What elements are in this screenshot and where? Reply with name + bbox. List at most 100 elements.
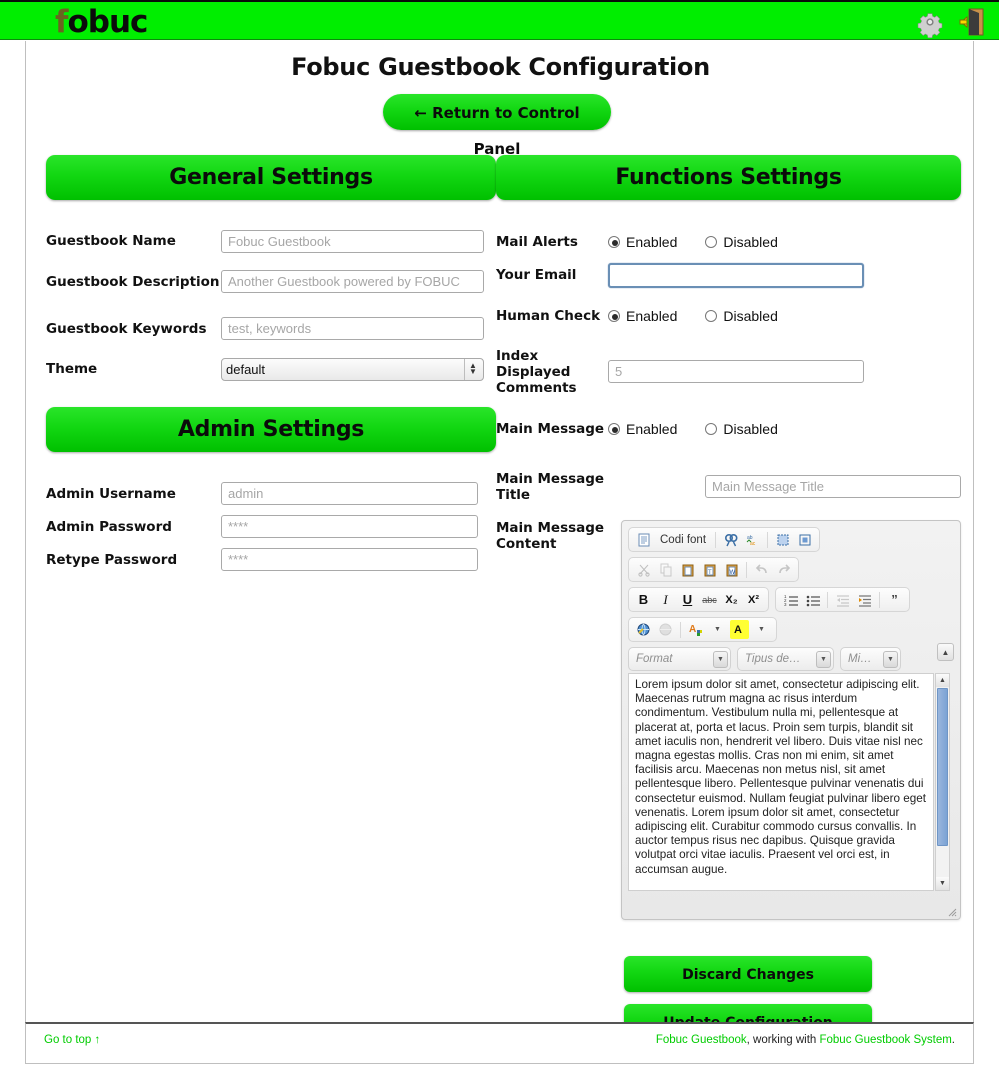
select-all-icon[interactable] [773,530,792,549]
editor-toolbar-group-links-colors: A ▼ A ▼ [628,617,777,642]
mail-alerts-disabled-label: Disabled [723,234,778,250]
chevron-down-icon[interactable]: ▼ [713,650,728,668]
your-email-input[interactable] [608,262,864,288]
indent-icon[interactable] [855,590,874,609]
text-color-icon[interactable]: A [686,620,705,639]
replace-icon[interactable]: ab ac [743,530,762,549]
document-icon[interactable] [634,530,653,549]
format-combo[interactable]: Format ▼ [628,647,731,671]
label-your-email: Your Email [496,267,577,283]
editor-toolbar-group-basicstyles: B I U abc X₂ X² [628,587,769,612]
footer-period: . [951,1034,955,1046]
main-message-disabled-radio[interactable]: Disabled [705,421,778,437]
italic-button[interactable]: I [656,590,675,609]
background-color-dropdown-icon[interactable]: ▼ [752,620,771,639]
editor-resize-grip[interactable] [945,905,957,917]
find-icon[interactable] [721,530,740,549]
toolbar-separator [767,531,769,548]
logo-letter-f: f [55,4,68,40]
radio-unselected-icon [705,423,718,435]
main-message-disabled-label: Disabled [723,421,778,437]
guestbook-name-input[interactable] [221,229,484,253]
blockquote-icon[interactable]: ” [885,590,904,609]
mail-alerts-enabled-radio[interactable]: Enabled [608,234,677,250]
background-color-icon[interactable]: A [730,620,749,639]
exit-door-icon[interactable] [953,4,991,40]
unlink-icon[interactable] [656,620,675,639]
numbered-list-icon[interactable]: 123 [781,590,800,609]
font-combo[interactable]: Tipus de… ▼ [737,647,834,671]
form-row-your-email: Your Email [496,259,961,291]
mail-alerts-enabled-label: Enabled [626,234,678,250]
toolbar-collapse-button[interactable]: ▲ [937,643,954,661]
strikethrough-button[interactable]: abc [700,590,719,609]
copy-icon[interactable] [656,560,675,579]
paste-icon[interactable] [678,560,697,579]
toolbar-separator [680,621,681,638]
subscript-button[interactable]: X₂ [722,590,741,609]
guestbook-keywords-input[interactable] [221,317,484,340]
theme-select[interactable]: default [221,357,484,381]
gear-icon[interactable] [911,4,949,40]
label-retype-password: Retype Password [46,551,178,568]
cut-icon[interactable] [634,560,653,579]
admin-username-input[interactable] [221,482,478,505]
index-displayed-comments-input[interactable] [608,360,864,383]
form-row-main-message: Main Message Enabled Disabled [496,405,961,453]
paste-text-icon[interactable]: T [700,560,719,579]
retype-password-input[interactable] [221,548,478,571]
mail-alerts-disabled-radio[interactable]: Disabled [705,234,778,250]
fobuc-guestbook-system-link[interactable]: Fobuc Guestbook System [819,1034,951,1046]
superscript-button[interactable]: X² [744,590,763,609]
link-icon[interactable] [634,620,653,639]
radio-selected-icon [608,309,620,322]
show-blocks-icon[interactable] [795,530,814,549]
text-color-dropdown-icon[interactable]: ▼ [708,620,727,639]
go-to-top-link[interactable]: Go to top ↑ [44,1034,100,1046]
font-combo-label: Tipus de… [745,653,801,665]
editor-toolbar-row-1: Codi font ab ac [628,527,954,552]
site-logo[interactable]: fobuc [55,4,148,40]
admin-password-input[interactable] [221,515,478,538]
svg-text:T: T [708,570,712,576]
main-message-enabled-label: Enabled [626,421,678,437]
source-code-label[interactable]: Codi font [656,534,710,546]
bold-button[interactable]: B [634,590,653,609]
label-guestbook-name: Guestbook Name [46,233,176,249]
chevron-down-icon[interactable]: ▼ [816,650,831,668]
human-check-enabled-label: Enabled [626,307,678,324]
theme-select-wrapper: default ▲ ▼ [221,357,484,381]
underline-button[interactable]: U [678,590,697,609]
scrollbar-thumb[interactable] [937,688,948,846]
discard-changes-button[interactable]: Discard Changes [624,956,872,992]
label-admin-password: Admin Password [46,518,172,535]
guestbook-description-input[interactable] [221,270,484,293]
svg-text:A: A [689,624,696,635]
chevron-down-icon[interactable]: ▼ [883,650,898,668]
main-message-title-input[interactable] [705,475,961,498]
label-index-displayed-comments: Index Displayed Comments [496,347,577,396]
return-to-control-panel-button[interactable]: ← Return to Control Panel [383,94,611,158]
editor-content-area[interactable]: Lorem ipsum dolor sit amet, consectetur … [628,673,934,891]
redo-icon[interactable] [774,560,793,579]
fobuc-guestbook-link[interactable]: Fobuc Guestbook [656,1034,747,1046]
main-message-enabled-radio[interactable]: Enabled [608,421,677,437]
form-row-theme: Theme default ▲ ▼ [46,354,496,384]
undo-icon[interactable] [752,560,771,579]
scroll-up-arrow-icon[interactable]: ▲ [936,674,949,687]
size-combo[interactable]: Mi… ▼ [840,647,901,671]
rich-text-editor[interactable]: Codi font ab ac T W B I U abc X₂ X² 1 2 … [621,520,961,920]
editor-vertical-scrollbar[interactable]: ▲ ▼ [935,673,950,891]
editor-toolbar-group-document: Codi font ab ac [628,527,821,552]
human-check-enabled-radio[interactable]: Enabled [608,308,677,324]
form-row-retype-password: Retype Password [46,545,496,574]
form-row-guestbook-name: Guestbook Name [46,226,496,256]
bulleted-list-icon[interactable] [803,590,822,609]
outdent-icon[interactable] [833,590,852,609]
label-main-message-title: Main Message Title [496,470,605,503]
paste-word-icon[interactable]: W [722,560,741,579]
footer-middle-text: , working with [746,1034,820,1046]
human-check-disabled-radio[interactable]: Disabled [705,308,778,324]
radio-selected-icon [608,423,620,435]
scroll-down-arrow-icon[interactable]: ▼ [936,877,949,890]
